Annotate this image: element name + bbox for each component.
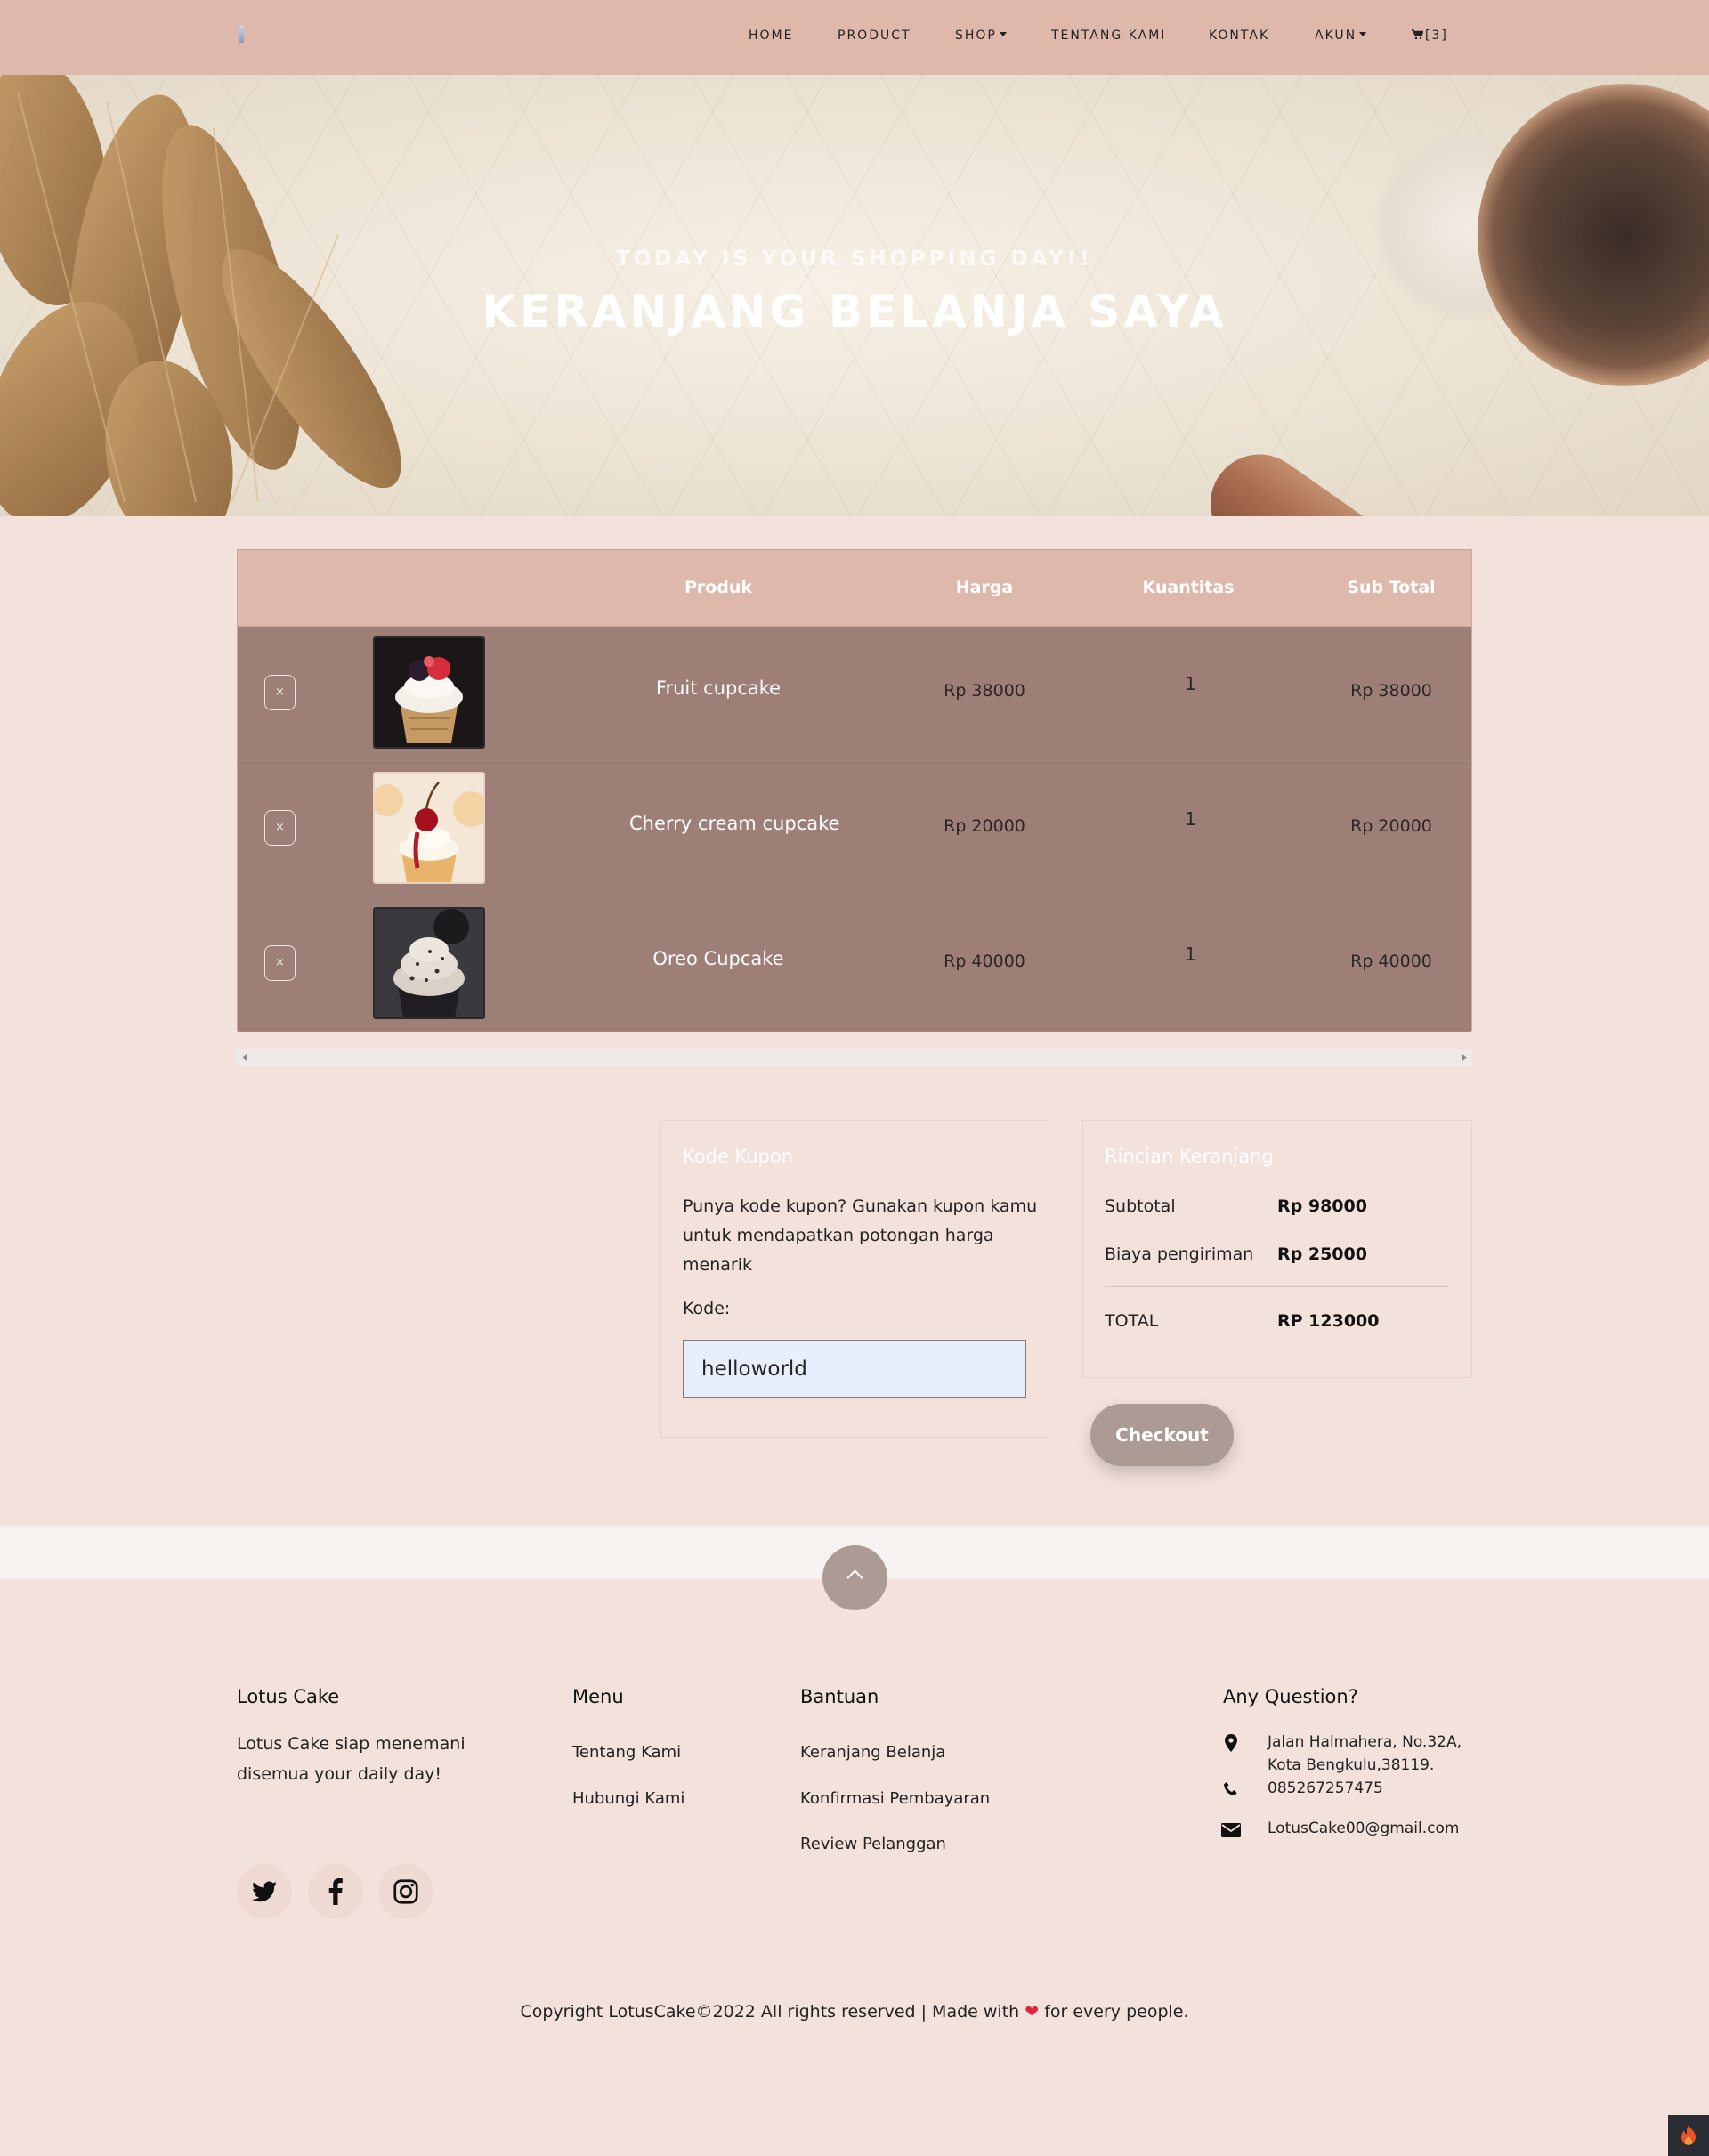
contact-email[interactable]: LotusCake00@gmail.com (1268, 1817, 1459, 1840)
remove-item-button[interactable]: × (264, 945, 296, 981)
nav-akun[interactable]: AKUN (1315, 28, 1367, 43)
instagram-icon (393, 1879, 418, 1904)
shipping-value: Rp 25000 (1277, 1244, 1367, 1264)
scroll-right-icon[interactable] (1462, 1054, 1467, 1061)
product-image-oreo-cupcake (373, 907, 485, 1019)
envelope-icon (1221, 1820, 1241, 1840)
heart-icon: ❤ (1025, 2002, 1040, 2022)
copyright-before: Copyright LotusCake©2022 All rights rese… (520, 2002, 1020, 2022)
back-to-top-button[interactable] (822, 1545, 887, 1610)
footer-link-tentang-kami[interactable]: Tentang Kami (572, 1743, 681, 1762)
cherry-cupcake-image (375, 774, 483, 882)
footer-menu-title: Menu (572, 1686, 624, 1707)
cart-icon (1412, 29, 1423, 40)
coupon-input[interactable] (683, 1340, 1026, 1398)
footer-link-hubungi-kami[interactable]: Hubungi Kami (572, 1789, 684, 1808)
header-subtotal: Sub Total (1347, 578, 1436, 597)
product-name: Oreo Cupcake (652, 948, 784, 969)
hero-banner: TODAY IS YOUR SHOPPING DAY!! KERANJANG B… (0, 75, 1709, 516)
checkout-button[interactable]: Checkout (1090, 1404, 1234, 1466)
table-horizontal-scrollbar[interactable] (237, 1049, 1472, 1066)
chevron-down-icon (1359, 32, 1367, 36)
contact-address-line1: Jalan Halmahera, No.32A, (1268, 1733, 1462, 1751)
table-body: × Fruit cupcake Rp 38000 1 Rp 38000 × Ch… (238, 627, 1471, 1032)
header-price: Harga (955, 578, 1014, 597)
facebook-icon (328, 1878, 343, 1905)
footer-link-konfirmasi-pembayaran[interactable]: Konfirmasi Pembayaran (800, 1789, 990, 1808)
remove-item-button[interactable]: × (264, 810, 296, 846)
facebook-link[interactable] (308, 1864, 363, 1919)
phone-icon (1221, 1779, 1241, 1799)
header-product: Produk (684, 578, 753, 597)
remove-item-button[interactable]: × (264, 675, 296, 710)
navbar: HOME PRODUCT SHOP TENTANG KAMI KONTAK AK… (0, 0, 1709, 75)
total-value: RP 123000 (1277, 1311, 1380, 1331)
footer-link-review-pelanggan[interactable]: Review Pelanggan (800, 1835, 946, 1853)
copyright-after: for every people. (1044, 2002, 1189, 2022)
product-subtotal: Rp 38000 (1350, 681, 1432, 701)
product-quantity[interactable]: 1 (1099, 944, 1282, 965)
chevron-down-icon (999, 32, 1007, 36)
nav-akun-label: AKUN (1315, 28, 1357, 43)
coupon-box: Kode Kupon Punya kode kupon? Gunakan kup… (660, 1120, 1049, 1438)
fire-badge-icon[interactable] (1668, 2115, 1709, 2156)
oreo-cupcake-image (375, 909, 483, 1017)
footer-link-keranjang-belanja[interactable]: Keranjang Belanja (800, 1743, 945, 1762)
nav-home[interactable]: HOME (749, 28, 793, 43)
scroll-left-icon[interactable] (242, 1054, 247, 1061)
product-name: Fruit cupcake (655, 677, 782, 699)
twitter-icon (252, 1881, 277, 1902)
product-quantity[interactable]: 1 (1099, 808, 1282, 830)
nav-shop[interactable]: SHOP (955, 28, 1007, 43)
nav-kontak[interactable]: KONTAK (1209, 28, 1269, 43)
cart-summary-box: Rincian Keranjang Subtotal Rp 98000 Biay… (1082, 1120, 1472, 1378)
summary-title: Rincian Keranjang (1105, 1146, 1274, 1167)
footer-brand-title: Lotus Cake (237, 1686, 340, 1707)
nav-cart[interactable]: [3] (1412, 28, 1448, 43)
cart-table: Produk Harga Kuantitas Sub Total × Fruit (237, 549, 1472, 1032)
nav-product[interactable]: PRODUCT (838, 28, 911, 43)
page-title: KERANJANG BELANJA SAYA (482, 286, 1227, 337)
nav-menu: HOME PRODUCT SHOP TENTANG KAMI KONTAK AK… (0, 0, 1709, 75)
product-image-cherry-cream-cupcake (373, 772, 485, 884)
product-name: Cherry cream cupcake (629, 813, 840, 834)
nav-shop-label: SHOP (955, 28, 997, 43)
table-header: Produk Harga Kuantitas Sub Total (238, 550, 1471, 627)
product-quantity[interactable]: 1 (1099, 673, 1282, 694)
coupon-label: Kode: (683, 1299, 731, 1318)
hero-subtitle: TODAY IS YOUR SHOPPING DAY!! (616, 247, 1093, 271)
contact-phone[interactable]: 085267257475 (1268, 1777, 1383, 1800)
product-price: Rp 20000 (944, 816, 1025, 836)
footer-contact-title: Any Question? (1223, 1686, 1358, 1707)
table-row: × Fruit cupcake Rp 38000 1 Rp 38000 (238, 627, 1471, 761)
contact-address-line2: Kota Bengkulu,38119. (1268, 1756, 1435, 1774)
total-label: TOTAL (1105, 1311, 1159, 1331)
header-quantity: Kuantitas (1142, 578, 1235, 597)
summary-divider (1105, 1286, 1448, 1287)
subtotal-value: Rp 98000 (1277, 1196, 1367, 1216)
footer-brand-text: Lotus Cake siap menemani disemua your da… (237, 1734, 466, 1784)
table-row: × Oreo Cupcake Rp 40000 1 Rp 40000 (238, 897, 1471, 1032)
nav-tentang-kami[interactable]: TENTANG KAMI (1051, 28, 1166, 43)
copyright-text: Copyright LotusCake©2022 All rights rese… (0, 2002, 1709, 2022)
coupon-title: Kode Kupon (683, 1146, 794, 1167)
subtotal-label: Subtotal (1105, 1196, 1176, 1216)
product-image-fruit-cupcake (373, 636, 485, 749)
product-subtotal: Rp 40000 (1350, 952, 1432, 971)
footer-help-title: Bantuan (800, 1686, 879, 1707)
coupon-description: Punya kode kupon? Gunakan kupon kamu unt… (683, 1196, 1038, 1275)
product-price: Rp 38000 (944, 681, 1025, 701)
cart-count: [3] (1425, 28, 1448, 43)
shipping-label: Biaya pengiriman (1105, 1244, 1254, 1264)
table-row: × Cherry cream cupcake Rp 20000 1 Rp 200… (238, 762, 1471, 896)
fruit-cupcake-image (375, 638, 483, 747)
map-marker-icon (1221, 1733, 1241, 1753)
instagram-link[interactable] (378, 1864, 433, 1919)
twitter-link[interactable] (237, 1864, 292, 1919)
product-price: Rp 40000 (944, 952, 1025, 971)
product-subtotal: Rp 20000 (1350, 816, 1432, 836)
